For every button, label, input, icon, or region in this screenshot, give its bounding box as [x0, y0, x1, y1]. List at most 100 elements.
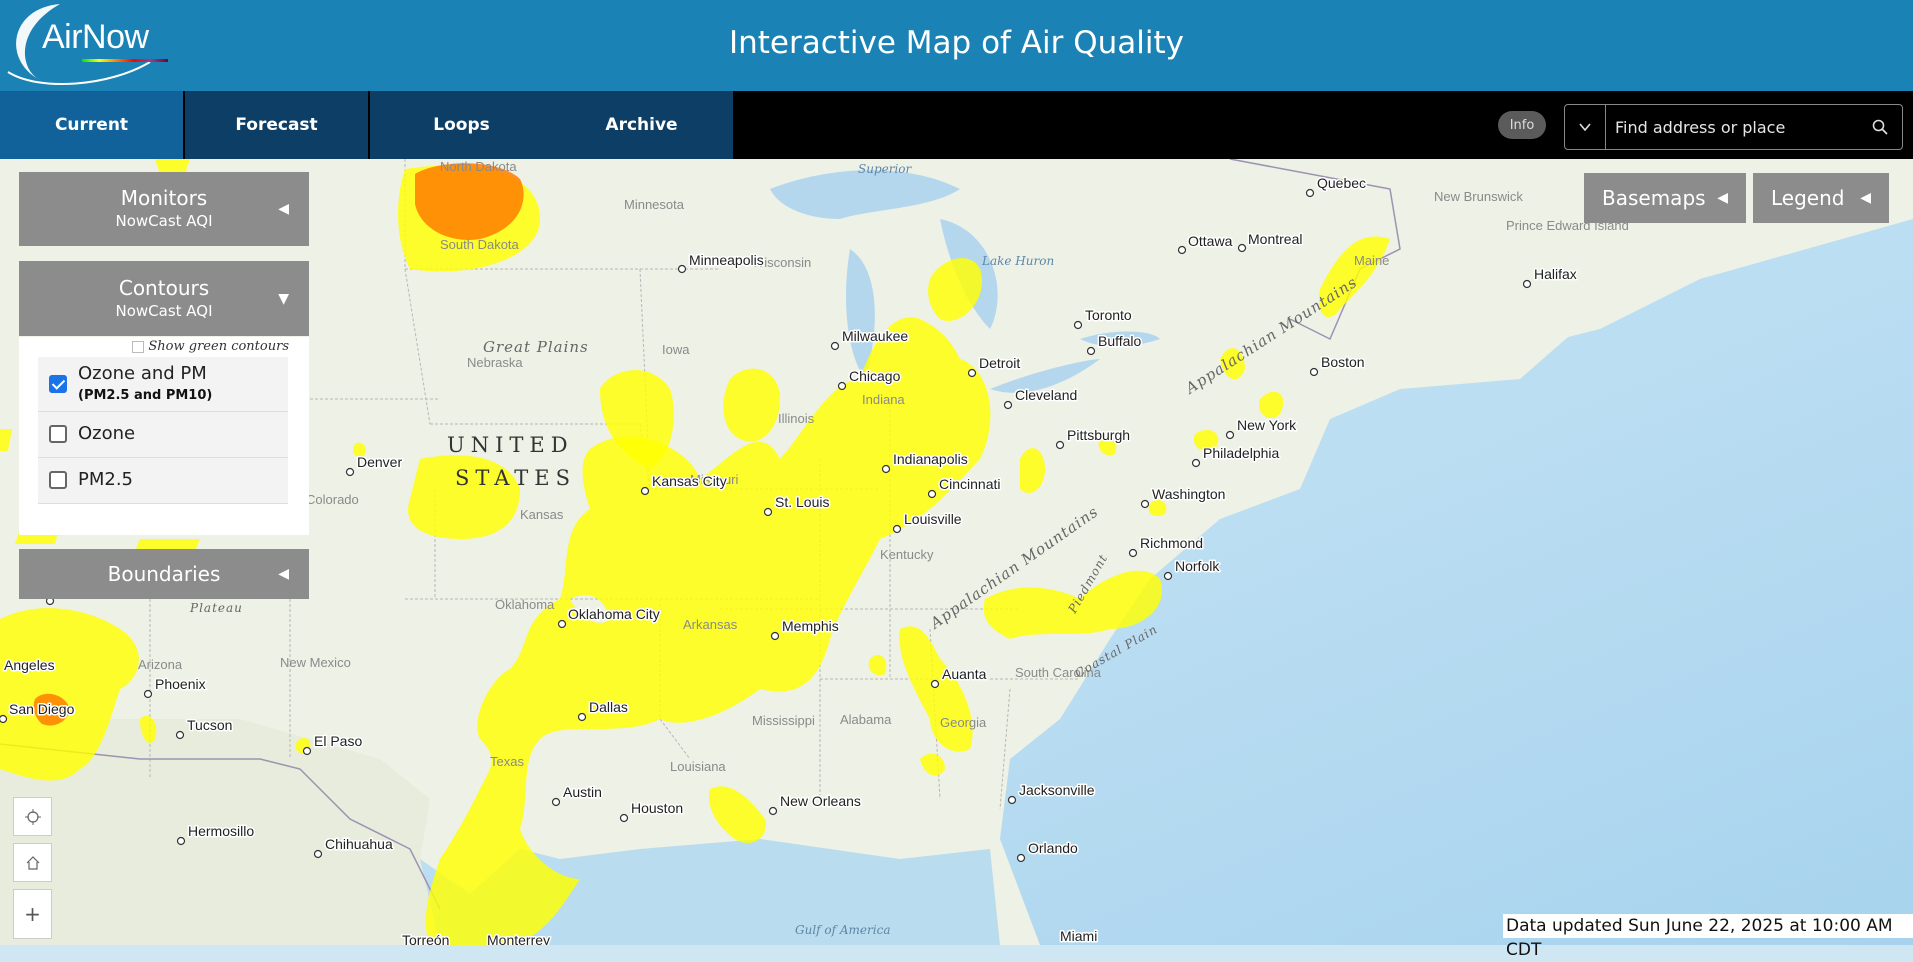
city-label: Richmond: [1140, 535, 1203, 551]
monitors-panel-header[interactable]: Monitors NowCast AQI ◀: [19, 172, 309, 246]
state-label: Arkansas: [683, 617, 738, 632]
ozone-pm-checkbox[interactable]: [49, 375, 67, 393]
tab-archive[interactable]: Archive: [550, 91, 733, 159]
city-label: Pittsburgh: [1067, 427, 1130, 443]
city-label: Phoenix: [155, 676, 206, 692]
city-label: Cleveland: [1015, 387, 1077, 403]
city-label: Ottawa: [1188, 233, 1233, 249]
contours-subtitle: NowCast AQI: [115, 302, 213, 320]
city-label: Orlando: [1028, 840, 1078, 856]
city-label: Dallas: [589, 699, 628, 715]
caret-left-icon: ◀: [1860, 190, 1871, 206]
contours-title: Contours: [118, 276, 210, 300]
city-label: Buffalo: [1098, 333, 1142, 349]
city-label: El Paso: [314, 733, 362, 749]
state-label: Mississippi: [752, 713, 815, 728]
legend-button[interactable]: Legend ◀: [1753, 173, 1889, 223]
tab-loops[interactable]: Loops: [370, 91, 553, 159]
plus-icon: +: [24, 902, 41, 926]
search-box: [1564, 104, 1903, 150]
contours-panel-body: Show green contours Ozone and PM (PM2.5 …: [19, 337, 309, 535]
city-label: Oklahoma City: [568, 606, 660, 622]
city-label: Auanta: [942, 666, 987, 682]
city-label: Angeles: [4, 657, 55, 673]
header-bar: AirNow Interactive Map of Air Quality: [0, 0, 1913, 91]
city-label: Milwaukee: [842, 328, 908, 344]
state-label: Alabama: [840, 712, 892, 727]
city-label: Washington: [1152, 486, 1225, 502]
city-label: San Diego: [9, 701, 75, 717]
contour-option-ozone-pm[interactable]: Ozone and PM (PM2.5 and PM10): [38, 357, 288, 412]
nav-bar: Current Forecast Loops Archive Info: [0, 91, 1913, 159]
basemaps-label: Basemaps: [1602, 186, 1706, 210]
pm25-checkbox[interactable]: [49, 471, 67, 489]
region-label: Great Plains: [483, 338, 589, 356]
state-label: Colorado: [306, 492, 359, 507]
country-label: UNITED: [447, 433, 574, 457]
caret-down-icon: ▼: [278, 290, 289, 307]
state-label: Kansas: [520, 507, 564, 522]
city-label: Quebec: [1317, 175, 1366, 191]
caret-left-icon: ◀: [1717, 190, 1728, 206]
info-button[interactable]: Info: [1498, 111, 1546, 139]
city-label: Austin: [563, 784, 602, 800]
city-label: New York: [1237, 417, 1297, 433]
search-input[interactable]: [1615, 105, 1855, 149]
city-label: Torreón: [402, 932, 449, 945]
home-button[interactable]: [13, 843, 52, 882]
city-label: Minneapolis: [689, 252, 764, 268]
boundaries-panel-header[interactable]: Boundaries ◀: [19, 549, 309, 599]
city-label: Chicago: [849, 368, 901, 384]
city-label: New Orleans: [780, 793, 861, 809]
boundaries-title: Boundaries: [107, 562, 221, 586]
state-label: Texas: [490, 754, 524, 769]
contour-option-ozone[interactable]: Ozone: [38, 412, 288, 458]
city-label: Indianapolis: [893, 451, 968, 467]
ozone-checkbox[interactable]: [49, 425, 67, 443]
state-label: Maine: [1354, 253, 1389, 268]
option-label: Ozone: [78, 423, 136, 444]
caret-left-icon: ◀: [278, 566, 289, 582]
state-label: Arizona: [138, 657, 183, 672]
zoom-in-button[interactable]: +: [13, 889, 52, 939]
city-label: Norfolk: [1175, 558, 1220, 574]
home-icon: [26, 855, 39, 870]
contour-option-pm25[interactable]: PM2.5: [38, 458, 288, 504]
page-title: Interactive Map of Air Quality: [728, 25, 1185, 61]
state-label: North Dakota: [440, 159, 517, 174]
state-label: Oklahoma: [495, 597, 555, 612]
tab-forecast[interactable]: Forecast: [185, 91, 368, 159]
data-updated-label: Data updated Sun June 22, 2025 at 10:00 …: [1503, 914, 1913, 960]
state-label: New Brunswick: [1434, 189, 1523, 204]
show-green-checkbox[interactable]: [132, 340, 145, 353]
contours-panel-header[interactable]: Contours NowCast AQI ▼: [19, 261, 309, 336]
region-label: Plateau: [189, 601, 243, 615]
caret-left-icon: ◀: [278, 201, 289, 217]
city-label: Monterrey: [487, 932, 550, 945]
city-label: Boston: [1321, 354, 1365, 370]
city-label: Jacksonville: [1019, 782, 1095, 798]
city-label: Memphis: [782, 618, 839, 634]
city-label: Toronto: [1085, 307, 1132, 323]
monitors-title: Monitors: [120, 186, 208, 210]
tab-current[interactable]: Current: [0, 91, 183, 159]
option-label: Ozone and PM: [78, 363, 207, 384]
city-label: St. Louis: [775, 494, 829, 510]
search-source-dropdown[interactable]: [1565, 105, 1606, 149]
city-label: Miami: [1060, 928, 1097, 944]
country-label: STATES: [455, 466, 576, 490]
city-label: Houston: [631, 800, 683, 816]
chevron-down-icon: [1579, 123, 1591, 131]
city-label: Montreal: [1248, 231, 1302, 247]
basemaps-button[interactable]: Basemaps ◀: [1584, 173, 1746, 223]
water-label: Gulf of America: [795, 923, 890, 937]
water-label: Lake Huron: [981, 254, 1054, 268]
state-label: New Mexico: [280, 655, 351, 670]
option-sublabel: (PM2.5 and PM10): [78, 388, 213, 403]
search-button[interactable]: [1858, 105, 1902, 149]
city-label: Chihuahua: [325, 836, 393, 852]
state-label: Kentucky: [880, 547, 934, 562]
show-green-toggle[interactable]: Show green contours: [132, 339, 289, 354]
state-label: Nebraska: [467, 355, 523, 370]
locate-button[interactable]: [13, 797, 52, 836]
